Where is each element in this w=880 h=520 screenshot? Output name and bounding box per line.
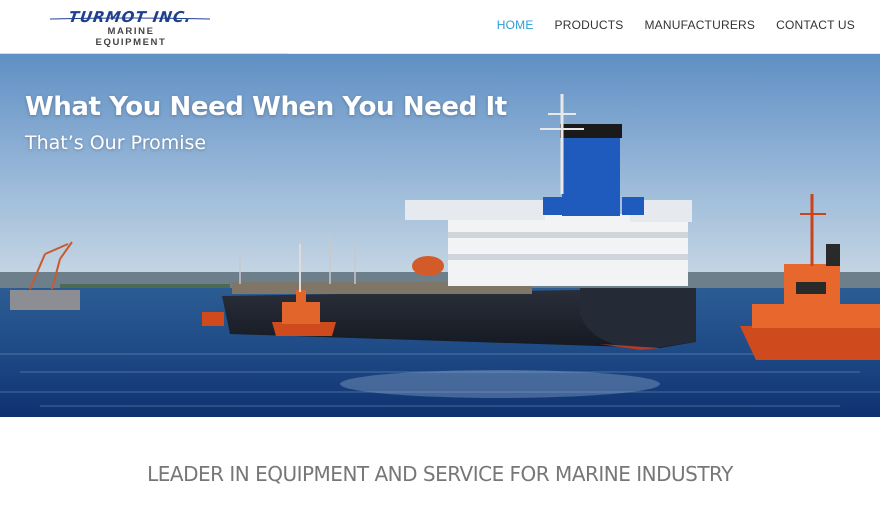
nav-contact-us[interactable]: CONTACT US [776,18,855,36]
section-heading: LEADER IN EQUIPMENT AND SERVICE FOR MARI… [147,462,733,486]
nav-manufacturers[interactable]: MANUFACTURERS [644,18,755,36]
hero-banner: What You Need When You Need It That’s Ou… [0,54,880,417]
hero-title: What You Need When You Need It [25,92,507,122]
nav-products[interactable]: PRODUCTS [555,18,624,36]
brand-logo[interactable]: TURMOT INC. MARINE EQUIPMENT [42,8,218,48]
brand-tagline: MARINE EQUIPMENT [95,26,167,48]
brand-name: TURMOT INC. [67,8,193,26]
main-nav: HOME PRODUCTS MANUFACTURERS CONTACT US [497,18,855,36]
nav-home[interactable]: HOME [497,18,534,36]
hero-subtitle: That’s Our Promise [25,132,207,154]
site-header: TURMOT INC. MARINE EQUIPMENT HOME PRODUC… [0,0,880,57]
